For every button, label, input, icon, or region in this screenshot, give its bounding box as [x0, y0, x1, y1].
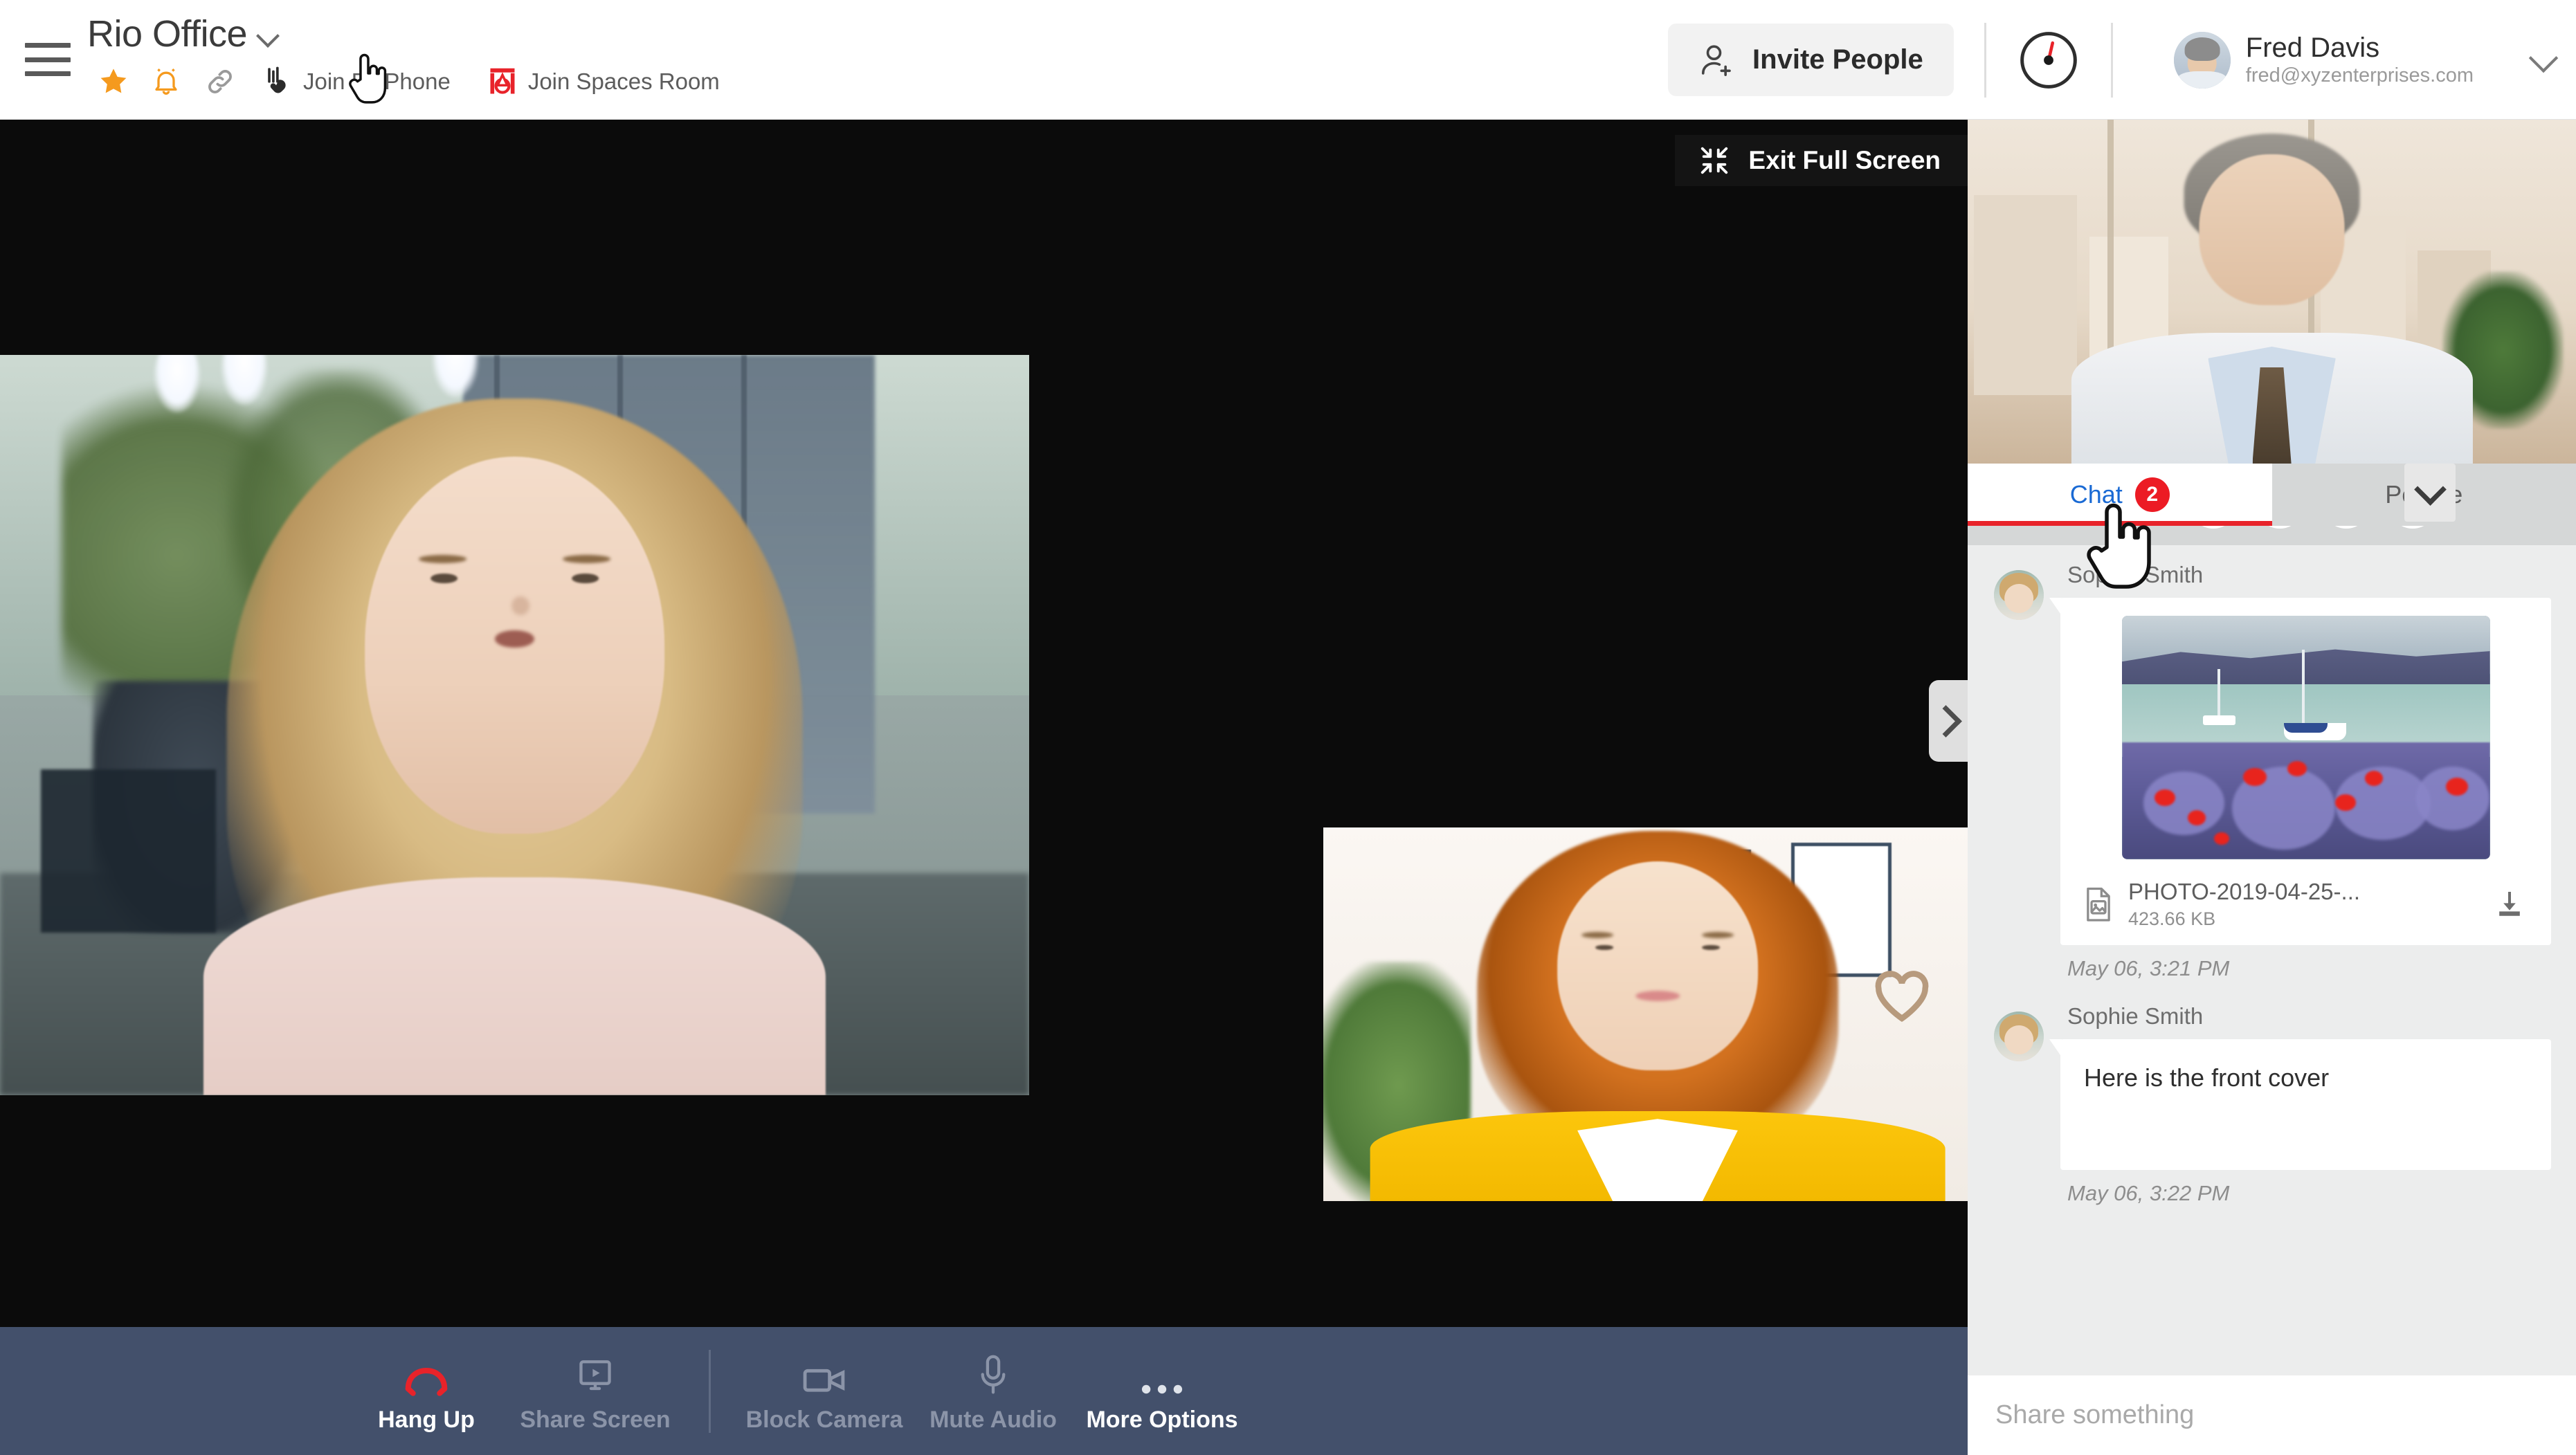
- hang-up-button[interactable]: Hang Up: [342, 1327, 511, 1455]
- participant-video-tile[interactable]: [1323, 827, 1968, 1201]
- avatar: [1994, 570, 2044, 620]
- join-spaces-room-label: Join Spaces Room: [527, 68, 720, 94]
- tab-chat-label: Chat: [2069, 480, 2123, 509]
- hamburger-icon[interactable]: [25, 43, 71, 76]
- attachment-filesize: 423.66 KB: [2128, 908, 2216, 929]
- more-options-button[interactable]: More Options: [1078, 1327, 1246, 1455]
- more-options-label: More Options: [1086, 1407, 1238, 1433]
- video-frame-pip: [1323, 827, 1968, 1201]
- video-frame-main: [0, 355, 1029, 1095]
- avatar: [2173, 31, 2231, 89]
- divider: [709, 1349, 711, 1433]
- meeting-window: Rio Office Join By Phone Join Spaces Roo…: [0, 0, 2576, 1455]
- message-bubble: Here is the front cover: [2049, 1038, 2551, 1170]
- panel-tabs: Chat 2 People: [1968, 464, 2576, 526]
- image-file-icon: [2083, 886, 2114, 922]
- attachment-thumbnail[interactable]: [2121, 616, 2490, 859]
- message-timestamp: May 06, 3:21 PM: [2067, 955, 2230, 980]
- join-spaces-room-button[interactable]: Join Spaces Room: [481, 62, 720, 101]
- space-chevron-down-icon[interactable]: [257, 25, 280, 48]
- chat-input[interactable]: [1995, 1400, 2548, 1430]
- status-badge: 2: [2134, 477, 2170, 512]
- chat-message: Sophie Smith PHOTO-2019-04-25-... 423.66…: [1968, 545, 2576, 981]
- mute-audio-button[interactable]: Mute Audio: [909, 1327, 1078, 1455]
- camera-icon: [801, 1348, 847, 1397]
- star-icon: [87, 62, 140, 101]
- space-actions: Join By Phone Join Spaces Room: [87, 62, 720, 101]
- collapse-arrows-icon: [1698, 145, 1730, 176]
- exit-fullscreen-label: Exit Full Screen: [1748, 146, 1941, 174]
- avatar: [1994, 1011, 2044, 1061]
- gauge-icon[interactable]: [2017, 28, 2080, 92]
- divider: [2110, 22, 2113, 98]
- hang-up-label: Hang Up: [378, 1407, 475, 1433]
- attachment-filename: PHOTO-2019-04-25-...: [2128, 879, 2361, 904]
- invite-people-label: Invite People: [1752, 44, 1923, 75]
- copy-link-button[interactable]: [192, 62, 248, 101]
- top-bar-right: Invite People Fred Davis fred@xyzenterpr…: [1668, 0, 2576, 120]
- share-screen-icon: [575, 1348, 615, 1397]
- bell-icon: [140, 62, 192, 101]
- notifications-button[interactable]: [140, 62, 192, 101]
- video-stage: Exit Full Screen: [0, 120, 1968, 1327]
- message-timestamp: May 06, 3:22 PM: [2067, 1180, 2230, 1205]
- spaces-room-icon: [481, 62, 524, 101]
- link-icon: [192, 62, 248, 101]
- space-block: Rio Office Join By Phone Join Spaces Roo…: [87, 0, 720, 101]
- block-camera-button[interactable]: Block Camera: [740, 1327, 909, 1455]
- message-bubble: PHOTO-2019-04-25-... 423.66 KB: [2049, 598, 2551, 945]
- join-by-phone-button[interactable]: Join By Phone: [257, 62, 451, 101]
- message-text: Here is the front cover: [2084, 1063, 2330, 1092]
- more-dots-icon: [1141, 1348, 1183, 1397]
- heart-decor-icon: [1872, 969, 1932, 1023]
- page-title[interactable]: Rio Office: [87, 15, 248, 53]
- message-author: Sophie Smith: [2067, 562, 2204, 587]
- user-menu[interactable]: Fred Davis fred@xyzenterprises.com: [2173, 31, 2558, 89]
- favorite-button[interactable]: [87, 62, 140, 101]
- share-screen-label: Share Screen: [520, 1407, 671, 1433]
- exit-fullscreen-button[interactable]: Exit Full Screen: [1675, 135, 1968, 186]
- user-chevron-down-icon[interactable]: [2530, 46, 2558, 74]
- message-author: Sophie Smith: [2067, 1003, 2204, 1029]
- phone-icon: [257, 62, 299, 101]
- share-screen-button[interactable]: Share Screen: [511, 1327, 680, 1455]
- user-name: Fred Davis: [2245, 33, 2380, 64]
- chat-message-list[interactable]: Sophie Smith PHOTO-2019-04-25-... 423.66…: [1968, 545, 2576, 1327]
- main-video-tile[interactable]: [0, 355, 1029, 1095]
- call-controls-toolbar: Hang Up Share Screen Block Camera Mute A…: [0, 1327, 1968, 1455]
- self-view-video[interactable]: [1968, 120, 2576, 464]
- join-by-phone-label: Join By Phone: [303, 68, 451, 94]
- attachment-row: PHOTO-2019-04-25-... 423.66 KB: [2078, 879, 2533, 930]
- right-panel: Chat 2 People Sophie Smith: [1968, 120, 2576, 1455]
- tab-chat[interactable]: Chat 2: [1968, 464, 2272, 526]
- mute-audio-label: Mute Audio: [929, 1407, 1057, 1433]
- top-bar: Rio Office Join By Phone Join Spaces Roo…: [0, 0, 2576, 120]
- tab-chevron-down-icon[interactable]: [2404, 464, 2456, 522]
- chat-message: Sophie Smith Here is the front cover May…: [1968, 987, 2576, 1206]
- block-camera-label: Block Camera: [745, 1407, 903, 1433]
- user-email: fred@xyzenterprises.com: [2245, 64, 2474, 87]
- microphone-icon: [978, 1348, 1008, 1397]
- person-add-icon: [1698, 42, 1736, 79]
- invite-people-button[interactable]: Invite People: [1668, 24, 1954, 96]
- divider: [1984, 22, 1986, 98]
- download-icon[interactable]: [2490, 885, 2529, 924]
- collapse-panel-button[interactable]: [1929, 680, 1968, 762]
- hangup-icon: [402, 1348, 451, 1397]
- chat-composer: [1968, 1375, 2576, 1455]
